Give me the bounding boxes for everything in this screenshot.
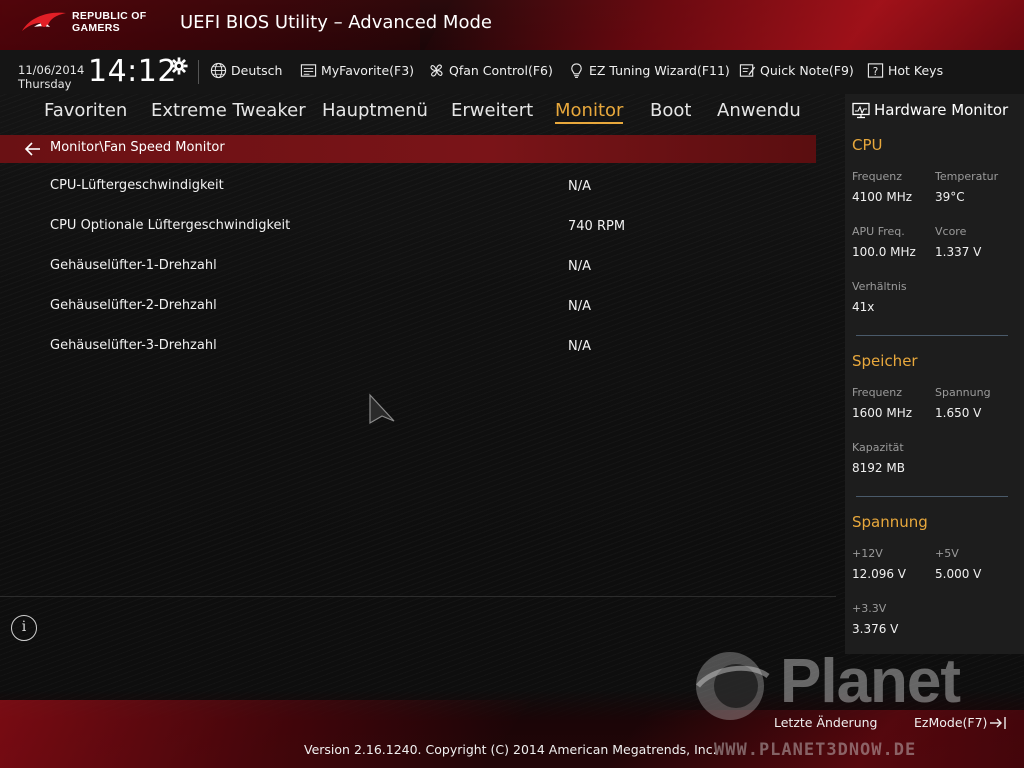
tab-erweitert[interactable]: Erweitert — [451, 100, 533, 121]
mem-cap-value: 8192 MB — [852, 461, 905, 475]
exit-arrow-icon — [990, 716, 1007, 729]
row-label: Gehäuselüfter-2-Drehzahl — [50, 298, 217, 313]
cpu-freq-value: 4100 MHz — [852, 190, 913, 204]
watermark-name: Planet — [780, 647, 961, 716]
last-change-button[interactable]: Letzte Änderung — [774, 715, 877, 730]
divider — [856, 496, 1008, 497]
ez-tuning-wizard-button[interactable]: EZ Tuning Wizard(F11) — [568, 62, 730, 79]
ezmode-label: EzMode(F7) — [914, 715, 988, 730]
row-value: N/A — [568, 179, 591, 194]
qfan-control-button[interactable]: Qfan Control(F6) — [428, 62, 553, 79]
tab-extreme-tweaker[interactable]: Extreme Tweaker — [151, 100, 306, 121]
row-label: CPU-Lüftergeschwindigkeit — [50, 178, 224, 193]
svg-text:?: ? — [873, 66, 879, 78]
breadcrumb: Monitor\Fan Speed Monitor — [0, 135, 816, 163]
back-arrow-icon[interactable] — [24, 141, 42, 157]
mem-volt-label: Spannung — [935, 386, 991, 399]
hardware-monitor-label: Hardware Monitor — [874, 101, 1009, 119]
monitor-icon — [852, 102, 870, 118]
mem-cap-label: Kapazität — [852, 441, 904, 454]
quick-note-button[interactable]: Quick Note(F9) — [739, 62, 854, 79]
fan-icon — [430, 64, 443, 77]
ratio-value: 41x — [852, 300, 875, 314]
globe-icon — [210, 62, 227, 79]
cpu-heading: CPU — [852, 136, 883, 154]
v5-value: 5.000 V — [935, 567, 982, 581]
logo-line2: GAMERS — [72, 22, 120, 34]
logo-line1: REPUBLIC OF — [72, 10, 147, 22]
row-label: CPU Optionale Lüftergeschwindigkeit — [50, 218, 291, 233]
planet3dnow-watermark: Planet WWW.PLANET3DNOW.DE — [692, 646, 1024, 768]
list-item[interactable]: Gehäuselüfter-1-Drehzahl N/A — [0, 257, 816, 297]
tab-boot[interactable]: Boot — [650, 100, 691, 121]
title-bar: REPUBLIC OF GAMERS UEFI BIOS Utility – A… — [0, 0, 1024, 50]
rog-eye-icon — [20, 9, 68, 35]
cpu-temp-value: 39°C — [935, 190, 965, 204]
tab-monitor[interactable]: Monitor — [555, 100, 624, 124]
hot-keys-label: Hot Keys — [888, 63, 944, 78]
planet-logo-icon — [692, 646, 772, 726]
quick-note-label: Quick Note(F9) — [760, 63, 854, 78]
date-display: 11/06/2014 Thursday — [18, 63, 84, 91]
row-value: N/A — [568, 339, 591, 354]
favorite-list-icon — [300, 64, 317, 77]
memory-heading: Speicher — [852, 352, 918, 370]
tab-anwendung[interactable]: Anwendu — [717, 100, 801, 121]
row-value: N/A — [568, 259, 591, 274]
mem-volt-value: 1.650 V — [935, 406, 982, 420]
list-item[interactable]: CPU Optionale Lüftergeschwindigkeit 740 … — [0, 217, 816, 257]
divider — [0, 596, 836, 597]
cpu-temp-label: Temperatur — [935, 170, 999, 183]
info-icon[interactable]: i — [11, 615, 37, 641]
v33-value: 3.376 V — [852, 622, 899, 636]
note-icon — [739, 64, 756, 77]
app-title: UEFI BIOS Utility – Advanced Mode — [180, 12, 492, 33]
hot-keys-button[interactable]: ? Hot Keys — [867, 62, 943, 79]
hardware-monitor-title: Hardware Monitor — [852, 101, 1008, 119]
qfan-label: Qfan Control(F6) — [449, 63, 553, 78]
date-text: 11/06/2014 — [18, 63, 85, 77]
divider — [856, 335, 1008, 336]
apu-freq-label: APU Freq. — [852, 225, 905, 238]
language-button[interactable]: Deutsch — [210, 62, 282, 79]
myfavorite-label: MyFavorite(F3) — [321, 63, 415, 78]
list-item[interactable]: Gehäuselüfter-3-Drehzahl N/A — [0, 337, 816, 377]
tab-hauptmenue[interactable]: Hauptmenü — [322, 100, 428, 121]
breadcrumb-path: Monitor\Fan Speed Monitor — [50, 140, 225, 155]
mouse-cursor-icon — [368, 393, 396, 425]
version-text: Version 2.16.1240. Copyright (C) 2014 Am… — [304, 742, 717, 757]
watermark-url: WWW.PLANET3DNOW.DE — [714, 740, 917, 760]
list-item[interactable]: Gehäuselüfter-2-Drehzahl N/A — [0, 297, 816, 337]
cpu-freq-label: Frequenz — [852, 170, 903, 183]
clock-time: 14:12 — [88, 54, 177, 89]
v33-label: +3.3V — [852, 602, 887, 615]
ratio-label: Verhältnis — [852, 280, 907, 293]
ez-tuning-label: EZ Tuning Wizard(F11) — [589, 63, 730, 78]
gear-icon[interactable] — [170, 57, 188, 75]
apu-freq-value: 100.0 MHz — [852, 245, 916, 259]
language-label: Deutsch — [231, 63, 283, 78]
mem-freq-label: Frequenz — [852, 386, 903, 399]
main-nav: Favoriten Extreme Tweaker Hauptmenü Erwe… — [0, 94, 830, 128]
tab-favoriten[interactable]: Favoriten — [44, 100, 127, 121]
voltage-heading: Spannung — [852, 513, 928, 531]
row-value: N/A — [568, 299, 591, 314]
vcore-value: 1.337 V — [935, 245, 982, 259]
lightbulb-icon — [571, 63, 582, 78]
v12-label: +12V — [852, 547, 883, 560]
row-value: 740 RPM — [568, 219, 626, 234]
v12-value: 12.096 V — [852, 567, 907, 581]
list-item[interactable]: CPU-Lüftergeschwindigkeit N/A — [0, 177, 816, 217]
myfavorite-button[interactable]: MyFavorite(F3) — [300, 62, 414, 79]
row-label: Gehäuselüfter-3-Drehzahl — [50, 338, 217, 353]
rog-logo: REPUBLIC OF GAMERS — [20, 9, 146, 35]
question-box-icon: ? — [867, 63, 884, 78]
divider — [198, 60, 199, 84]
ezmode-button[interactable]: EzMode(F7) — [914, 715, 1009, 730]
v5-label: +5V — [935, 547, 959, 560]
mem-freq-value: 1600 MHz — [852, 406, 913, 420]
vcore-label: Vcore — [935, 225, 967, 238]
day-text: Thursday — [18, 77, 72, 91]
row-label: Gehäuselüfter-1-Drehzahl — [50, 258, 217, 273]
